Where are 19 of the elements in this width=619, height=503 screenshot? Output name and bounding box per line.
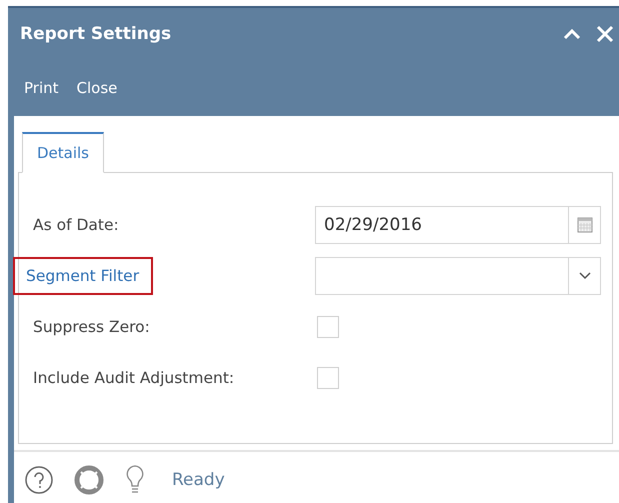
toolbar-button[interactable]: Print <box>20 75 63 101</box>
lifebuoy-icon[interactable] <box>74 465 104 495</box>
collapse-button[interactable] <box>562 27 582 41</box>
calendar-icon[interactable] <box>568 206 601 244</box>
field-label: Suppress Zero: <box>32 317 151 338</box>
toolbar-button[interactable]: Close <box>72 75 122 101</box>
dropdown-field[interactable] <box>315 257 568 295</box>
status-text: Ready <box>172 470 225 490</box>
window-title: Report Settings <box>20 24 172 44</box>
help-icon[interactable] <box>24 465 54 495</box>
checkbox[interactable] <box>317 367 339 389</box>
field-link[interactable]: Segment Filter <box>13 257 154 295</box>
field-label: Include Audit Adjustment: <box>32 368 236 389</box>
date-field[interactable]: 02/29/2016 <box>315 206 568 244</box>
close-button[interactable] <box>596 25 614 43</box>
chevron-down-icon[interactable] <box>568 257 601 295</box>
checkbox[interactable] <box>317 316 339 338</box>
field-label: As of Date: <box>32 215 120 236</box>
tab[interactable]: Details <box>22 132 104 173</box>
